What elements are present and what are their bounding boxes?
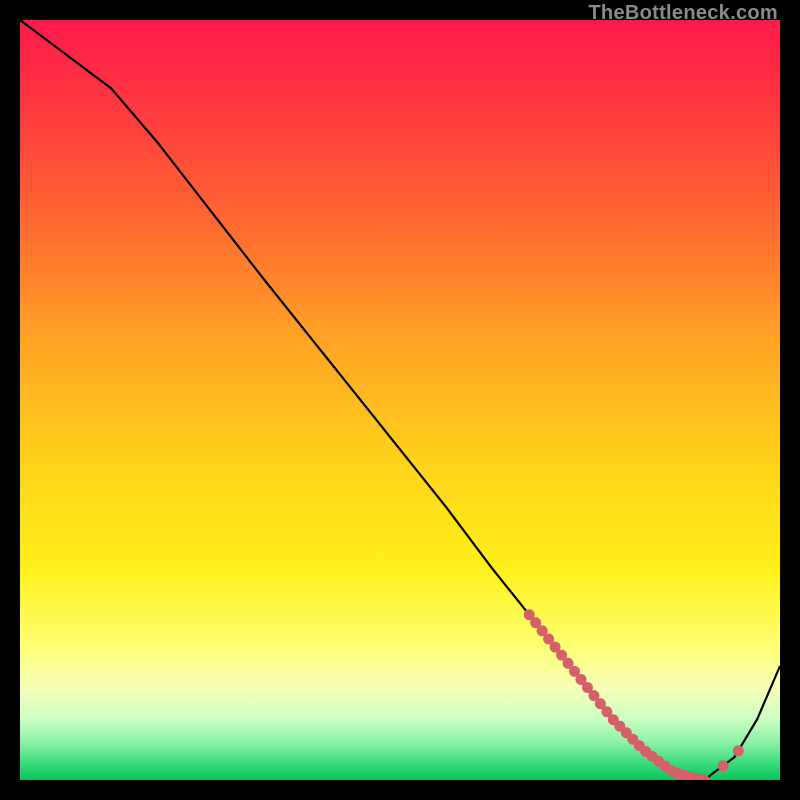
curve-layer: [20, 20, 780, 780]
curve-markers-group: [524, 609, 744, 780]
chart-stage: TheBottleneck.com: [0, 0, 800, 800]
bottleneck-curve: [20, 20, 780, 780]
curve-marker: [718, 760, 729, 771]
plot-area: [20, 20, 780, 780]
curve-marker: [733, 745, 744, 756]
